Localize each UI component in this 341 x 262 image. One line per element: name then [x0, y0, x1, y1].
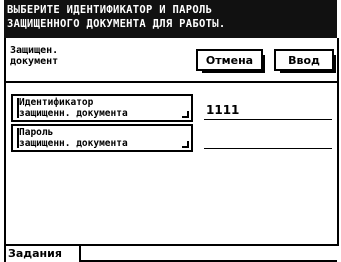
- secure-document-panel: Защищен. документ Отмена Ввод Идентифика…: [4, 38, 339, 246]
- document-id-button[interactable]: Идентификатор защищенн. документа: [11, 94, 193, 122]
- panel-title: Защищен. документ: [10, 45, 58, 67]
- instruction-line-2: ЗАЩИЩЕННОГО ДОКУМЕНТА ДЛЯ РАБОТЫ.: [7, 18, 226, 30]
- document-password-label: Пароль защищенн. документа: [19, 127, 128, 149]
- enter-button-label: Ввод: [288, 53, 320, 67]
- instruction-banner: ВЫБЕРИТЕ ИДЕНТИФИКАТОР И ПАРОЛЬ ЗАЩИЩЕНН…: [4, 0, 337, 38]
- document-password-label-line-2: защищенн. документа: [19, 137, 128, 149]
- document-id-label-line-1: Идентификатор: [19, 97, 94, 108]
- panel-title-line-1: Защищен.: [10, 45, 59, 56]
- corner-mark-icon: [182, 111, 189, 118]
- document-id-value[interactable]: 1111: [204, 100, 332, 120]
- touch-panel-screen: ВЫБЕРИТЕ ИДЕНТИФИКАТОР И ПАРОЛЬ ЗАЩИЩЕНН…: [0, 0, 341, 262]
- cancel-button-label: Отмена: [205, 53, 254, 67]
- document-id-label-line-2: защищенн. документа: [19, 107, 128, 119]
- instruction-line-1: ВЫБЕРИТЕ ИДЕНТИФИКАТОР И ПАРОЛЬ: [7, 4, 213, 16]
- corner-mark-icon: [182, 141, 189, 148]
- title-separator: [6, 81, 337, 83]
- document-id-label: Идентификатор защищенн. документа: [19, 97, 128, 119]
- cancel-button[interactable]: Отмена: [196, 49, 265, 73]
- enter-button[interactable]: Ввод: [274, 49, 336, 73]
- document-password-label-line-1: Пароль: [19, 127, 54, 138]
- tab-jobs[interactable]: Задания: [4, 244, 81, 262]
- panel-title-line-2: документ: [10, 56, 59, 67]
- document-password-value[interactable]: [204, 129, 332, 149]
- document-password-button[interactable]: Пароль защищенн. документа: [11, 124, 193, 152]
